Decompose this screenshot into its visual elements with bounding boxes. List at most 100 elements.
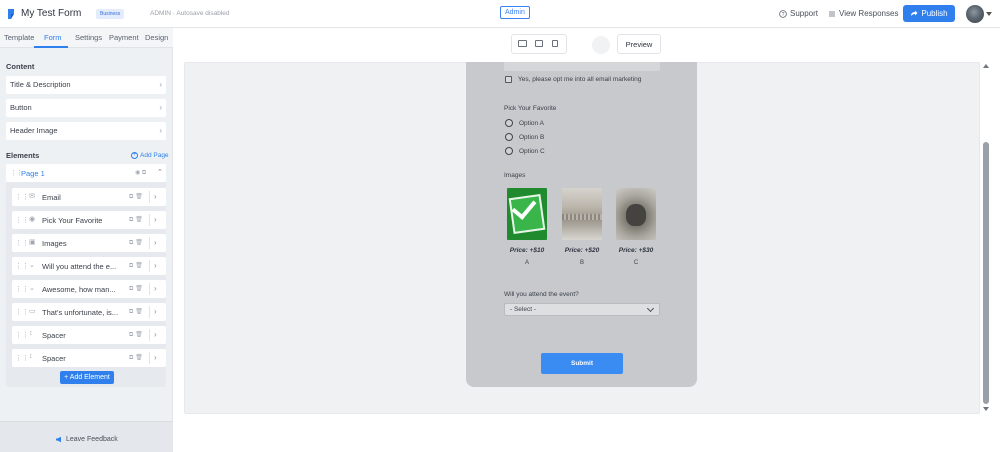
tab-design[interactable]: Design [145, 33, 168, 42]
favorite-question-label: Pick Your Favorite [504, 105, 557, 112]
tab-template[interactable]: Template [4, 33, 34, 42]
feedback-label: Leave Feedback [66, 436, 118, 443]
content-item-button[interactable]: Button › [6, 99, 166, 117]
scroll-down-arrow-icon[interactable] [983, 407, 989, 411]
mobile-view-icon[interactable] [552, 40, 558, 47]
content-item-label: Button [10, 103, 32, 112]
app-logo-icon[interactable] [6, 8, 16, 20]
images-question-label: Images [504, 172, 526, 179]
chevron-right-icon[interactable]: › [154, 261, 157, 270]
view-responses-link[interactable]: View Responses [828, 9, 898, 18]
marketing-opt-in-checkbox[interactable] [505, 76, 512, 83]
chevron-right-icon[interactable]: › [154, 307, 157, 316]
drag-handle-icon[interactable]: ⋮⋮ [15, 308, 29, 316]
attend-question-label: Will you attend the event? [504, 291, 579, 298]
duplicate-delete-icons[interactable]: ⧉🗑 [129, 354, 145, 362]
add-page-label: Add Page [140, 152, 169, 159]
radio-option-c[interactable] [505, 147, 513, 155]
element-row-images[interactable]: ⋮⋮ ▣ Images ⧉🗑 › [12, 234, 166, 252]
radio-option-label: Option A [519, 120, 544, 127]
megaphone-icon [56, 436, 61, 443]
duplicate-delete-icons[interactable]: ⧉🗑 [129, 331, 145, 339]
page-elements-list: ⋮⋮ ✉ Email ⧉🗑 › ⋮⋮ ◉ Pick Your Favorite … [6, 182, 166, 387]
tablet-view-icon[interactable] [535, 40, 543, 47]
duplicate-delete-icons[interactable]: ⧉🗑 [129, 285, 145, 293]
element-row-email[interactable]: ⋮⋮ ✉ Email ⧉🗑 › [12, 188, 166, 206]
radio-icon: ◉ [29, 216, 36, 223]
chevron-right-icon[interactable]: › [154, 215, 157, 224]
tab-form[interactable]: Form [44, 33, 62, 42]
element-label: Email [42, 193, 61, 202]
select-value: - Select - [510, 306, 537, 313]
support-link[interactable]: ? Support [779, 9, 818, 18]
element-label: Will you attend the e... [42, 262, 117, 271]
image-option-c[interactable] [616, 188, 656, 240]
attend-select[interactable]: - Select - [504, 303, 660, 316]
tab-settings[interactable]: Settings [75, 33, 102, 42]
element-row-pick-favorite[interactable]: ⋮⋮ ◉ Pick Your Favorite ⧉🗑 › [12, 211, 166, 229]
image-option-b[interactable] [562, 188, 602, 240]
chevron-right-icon[interactable]: › [154, 192, 157, 201]
add-element-button[interactable]: + Add Element [60, 371, 114, 384]
add-page-button[interactable]: + Add Page [131, 152, 169, 159]
drag-handle-icon[interactable]: ⋮⋮ [15, 285, 29, 293]
submit-button[interactable]: Submit [541, 353, 623, 374]
tab-payment[interactable]: Payment [109, 33, 139, 42]
chevron-right-icon[interactable]: › [154, 284, 157, 293]
publish-button[interactable]: Publish [903, 5, 955, 22]
drag-handle-icon[interactable]: ⋮⋮ [15, 216, 29, 224]
element-row-unfortunate[interactable]: ⋮⋮ ▭ That's unfortunate, is... ⧉🗑 › [12, 303, 166, 321]
content-item-label: Title & Description [10, 80, 71, 89]
image-option-a[interactable] [507, 188, 547, 240]
avatar-caret-icon[interactable] [986, 12, 992, 16]
email-input-preview[interactable] [504, 62, 660, 71]
duplicate-delete-icons[interactable]: ⧉🗑 [129, 239, 145, 247]
radio-option-label: Option B [519, 134, 545, 141]
list-icon [829, 11, 835, 16]
status-indicator [592, 36, 610, 54]
drag-handle-icon[interactable]: ⋮⋮ [15, 239, 29, 247]
drag-handle-icon[interactable]: ⋮⋮ [15, 331, 29, 339]
admin-button[interactable]: Admin [500, 6, 530, 19]
content-item-title-description[interactable]: Title & Description › [6, 76, 166, 94]
form-preview-card: Yes, please opt me into all email market… [466, 62, 697, 387]
user-avatar[interactable] [966, 5, 984, 23]
admin-autosave-note: ADMIN · Autosave disabled [150, 10, 230, 17]
chevron-right-icon[interactable]: › [154, 238, 157, 247]
scrollbar-thumb[interactable] [983, 142, 989, 404]
chevron-right-icon[interactable]: › [154, 330, 157, 339]
spacer-icon: ↕ [29, 353, 33, 360]
view-responses-label: View Responses [839, 9, 899, 18]
page-label: Page 1 [21, 169, 45, 178]
chevron-up-icon[interactable]: ⌃ [157, 168, 163, 176]
preview-button[interactable]: Preview [617, 34, 661, 54]
plus-circle-icon: + [131, 152, 138, 159]
radio-option-label: Option C [519, 148, 545, 155]
active-tab-indicator [34, 46, 68, 48]
page-visibility-icon[interactable]: ◉ ⧉ [135, 169, 146, 177]
drag-handle-icon[interactable]: ⋮⋮ [15, 262, 29, 270]
image-icon: ▣ [29, 239, 36, 246]
text-field-icon: ▭ [29, 308, 36, 315]
element-row-awesome[interactable]: ⋮⋮ ⌄ Awesome, how man... ⧉🗑 › [12, 280, 166, 298]
desktop-view-icon[interactable] [518, 40, 527, 47]
form-title[interactable]: My Test Form [21, 8, 81, 19]
builder-sidebar: Template Form Settings Payment Design Co… [0, 28, 173, 452]
duplicate-delete-icons[interactable]: ⧉🗑 [129, 262, 145, 270]
radio-option-b[interactable] [505, 133, 513, 141]
duplicate-delete-icons[interactable]: ⧉🗑 [129, 308, 145, 316]
drag-handle-icon[interactable]: ⋮⋮ [15, 193, 29, 201]
radio-option-a[interactable] [505, 119, 513, 127]
content-item-header-image[interactable]: Header Image › [6, 122, 166, 140]
duplicate-delete-icons[interactable]: ⧉🗑 [129, 216, 145, 224]
element-row-spacer-1[interactable]: ⋮⋮ ↕ Spacer ⧉🗑 › [12, 326, 166, 344]
drag-handle-icon[interactable]: ⋮⋮ [15, 354, 29, 362]
element-row-attend[interactable]: ⋮⋮ ⌄ Will you attend the e... ⧉🗑 › [12, 257, 166, 275]
image-option-price: Price: +$20 [564, 247, 600, 254]
duplicate-delete-icons[interactable]: ⧉🗑 [129, 193, 145, 201]
chevron-right-icon[interactable]: › [154, 353, 157, 362]
element-row-spacer-2[interactable]: ⋮⋮ ↕ Spacer ⧉🗑 › [12, 349, 166, 367]
leave-feedback-button[interactable]: Leave Feedback [55, 436, 118, 443]
page-row[interactable]: ⋮⋮ Page 1 ◉ ⧉ ⌃ [6, 164, 166, 182]
scroll-up-arrow-icon[interactable] [983, 64, 989, 68]
